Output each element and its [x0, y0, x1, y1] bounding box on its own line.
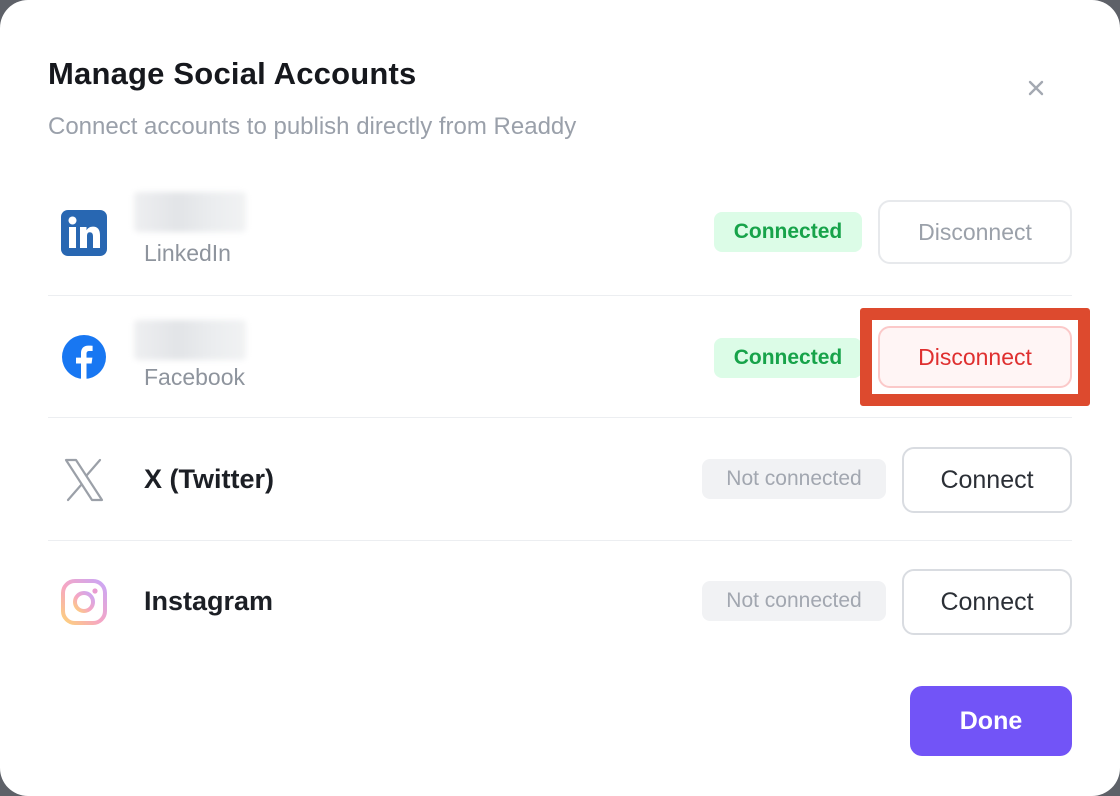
close-icon [1028, 80, 1044, 96]
status-badge: Not connected [702, 581, 886, 621]
account-row-x-twitter: X (Twitter) Not connected Connect [48, 419, 1072, 541]
status-badge: Not connected [702, 459, 886, 499]
modal-title: Manage Social Accounts [48, 56, 417, 91]
connect-instagram-button[interactable]: Connect [902, 569, 1072, 635]
facebook-icon [60, 333, 108, 381]
manage-social-accounts-modal: Manage Social Accounts Connect accounts … [0, 0, 1120, 796]
status-badge: Connected [714, 338, 862, 378]
status-badge: Connected [714, 212, 862, 252]
platform-name: X (Twitter) [144, 464, 274, 494]
platform-name: Instagram [144, 586, 274, 616]
linkedin-icon [60, 209, 108, 257]
account-row-linkedin: LinkedIn Connected Disconnect [48, 174, 1072, 296]
disconnect-linkedin-button[interactable]: Disconnect [878, 200, 1072, 264]
account-name-obscured [134, 192, 246, 232]
connect-x-twitter-button[interactable]: Connect [902, 447, 1072, 513]
account-name-obscured [134, 320, 246, 360]
platform-label: Facebook [144, 364, 246, 390]
platform-label: LinkedIn [144, 240, 231, 266]
close-button[interactable] [1018, 70, 1054, 106]
instagram-icon [60, 578, 108, 626]
x-twitter-icon [60, 456, 108, 504]
done-button[interactable]: Done [910, 686, 1072, 756]
highlight-annotation [860, 308, 1090, 406]
account-row-instagram: Instagram Not connected Connect [48, 541, 1072, 663]
modal-subtitle: Connect accounts to publish directly fro… [48, 113, 577, 140]
